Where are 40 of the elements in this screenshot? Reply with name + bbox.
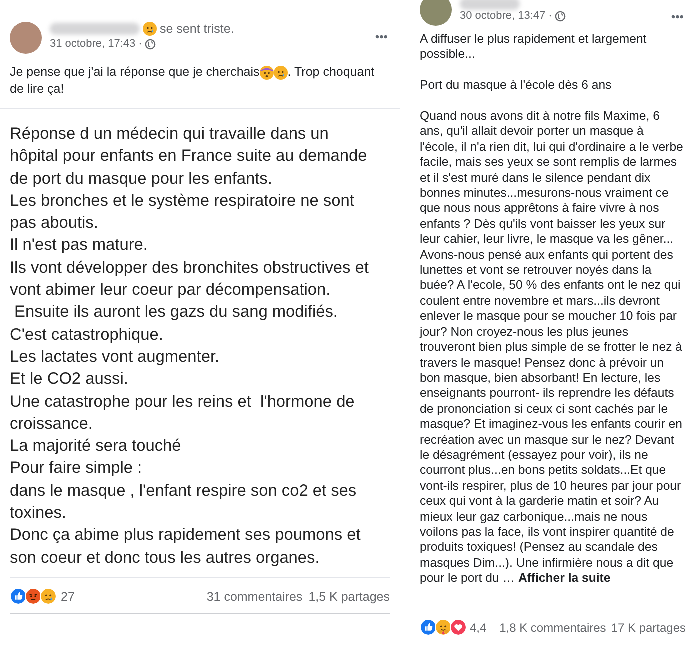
image-text-line: pas aboutis. bbox=[10, 213, 100, 234]
image-text-line: Il n'est pas mature. bbox=[10, 235, 149, 256]
image-text-line: Les bronches et le système respiratoire ne sont bbox=[10, 190, 356, 212]
separator-dot: · bbox=[548, 10, 552, 22]
post-time[interactable]: 30 octobre, 13:47 bbox=[460, 10, 546, 22]
shares-count[interactable]: 17 K partages bbox=[611, 620, 686, 634]
image-text-line: Et le CO2 aussi. bbox=[10, 369, 130, 390]
image-text-line: de port du masque pour les enfants. bbox=[10, 168, 274, 190]
image-text-line: Ensuite ils auront les gazs du sang modifiés. bbox=[14, 302, 339, 324]
feeling-text: se sent triste. bbox=[160, 22, 234, 36]
image-text-line: Donc ça abime plus rapidement ses poumons et bbox=[10, 525, 362, 546]
image-text-line: toxines. bbox=[10, 503, 68, 524]
image-text-line: La majorité sera touché bbox=[10, 436, 182, 458]
image-text-line: Les lactates vont augmenter. bbox=[10, 346, 221, 368]
post-text: Quand nous avons dit à notre fils Maxime, 6 ans, qu'il allait devoir porter un masque à l'école, il n'a rien dit, lui qui d'ordinaire a le verbe facile, mais ses yeux se sont remplis de larmes et il s'est muré dans le silence pendant dix bonnes minutes...mesurons-nous vraiment ce que nous nous apprêtons à faire vivre à nos enfants ? Dès qu'ils vont baisser les yeux sur leur cahier, leur livre, le masque va les gêner... Avons-nous pensé aux enfants qui portent des lunettes et vont se retrouver noyés dans la buée? A l'ecole, 50 % des enfants ont le nez qui coulent entre novembre et mars...ils devront enlever le masque pour se moucher 10 fois par jour? Non croyez-nous les plus jeunes trouveront bien plus simple de se frotter le nez à travers le masque! Pensez donc à prévoir un bon masque, bien absorbant! En lecture, les enseignants pourront- ils reprendre les défauts de prononciation si ceux ci sont cachés par le masque? Et imaginez-vous les enfants courir en recréation avec un masque sur le nez? Devant le désagrément (essayez pour voir), ils ne courront plus...en bons petits soldats...Et que vont-ils respirer, plus de 10 heures par jour pour ceux qui vont à la garderie matin et soir? Au mieux leur gaz carbonique...mais ne nous voilons pas la face, ils vont inspirer quantité de produits toxiques! (Pensez au scandale des masques Dim...). Une infirmière nous a dit que pour le port du … Afficher la suite bbox=[420, 109, 684, 587]
caption-text: Je pense que j'ai la réponse que je cherchais bbox=[10, 64, 260, 81]
see-more-link[interactable]: Afficher la suite bbox=[518, 571, 611, 586]
shares-count[interactable]: 1,5 K partages bbox=[308, 590, 390, 604]
image-text-line: Une catastrophe pour les reins et l'hormone de bbox=[10, 392, 356, 413]
image-text-line: croissance. bbox=[10, 414, 94, 435]
image-text-line: C'est catastrophique. bbox=[10, 324, 164, 346]
reaction-count[interactable]: 4,4 bbox=[470, 620, 487, 634]
caption-text: de lire ça! bbox=[10, 81, 64, 98]
post-time[interactable]: 31 octobre, 17:43 bbox=[50, 38, 136, 50]
image-text-line: son coeur et donc tous les autres organes. bbox=[10, 548, 321, 569]
image-text-line: Pour faire simple : bbox=[10, 458, 144, 480]
image-text-line: Réponse d un médecin qui travaille dans un bbox=[10, 124, 330, 145]
post-text: A diffuser le plus rapidement et largement possible... bbox=[420, 32, 648, 63]
more-options-button[interactable]: ••• bbox=[671, 2, 684, 24]
reaction-count[interactable]: 27 bbox=[61, 590, 75, 604]
more-options-button[interactable]: ••• bbox=[375, 22, 388, 44]
image-text-line: vont abimer leur coeur par décompensation. bbox=[10, 280, 332, 302]
image-text-line: dans le masque , l'enfant respire son co2 et ses bbox=[10, 480, 358, 502]
comments-count[interactable]: 1,8 K commentaires bbox=[500, 620, 606, 634]
separator-dot: · bbox=[138, 38, 142, 50]
image-text-line: hôpital pour enfants en France suite au demande bbox=[10, 146, 368, 168]
image-text-line: Ils vont développer des bronchites obstructives et bbox=[10, 258, 370, 279]
post-text: Port du masque à l'école dès 6 ans bbox=[420, 78, 613, 94]
comments-count[interactable]: 31 commentaires bbox=[206, 590, 303, 604]
caption-text: . Trop choquant bbox=[288, 64, 375, 81]
